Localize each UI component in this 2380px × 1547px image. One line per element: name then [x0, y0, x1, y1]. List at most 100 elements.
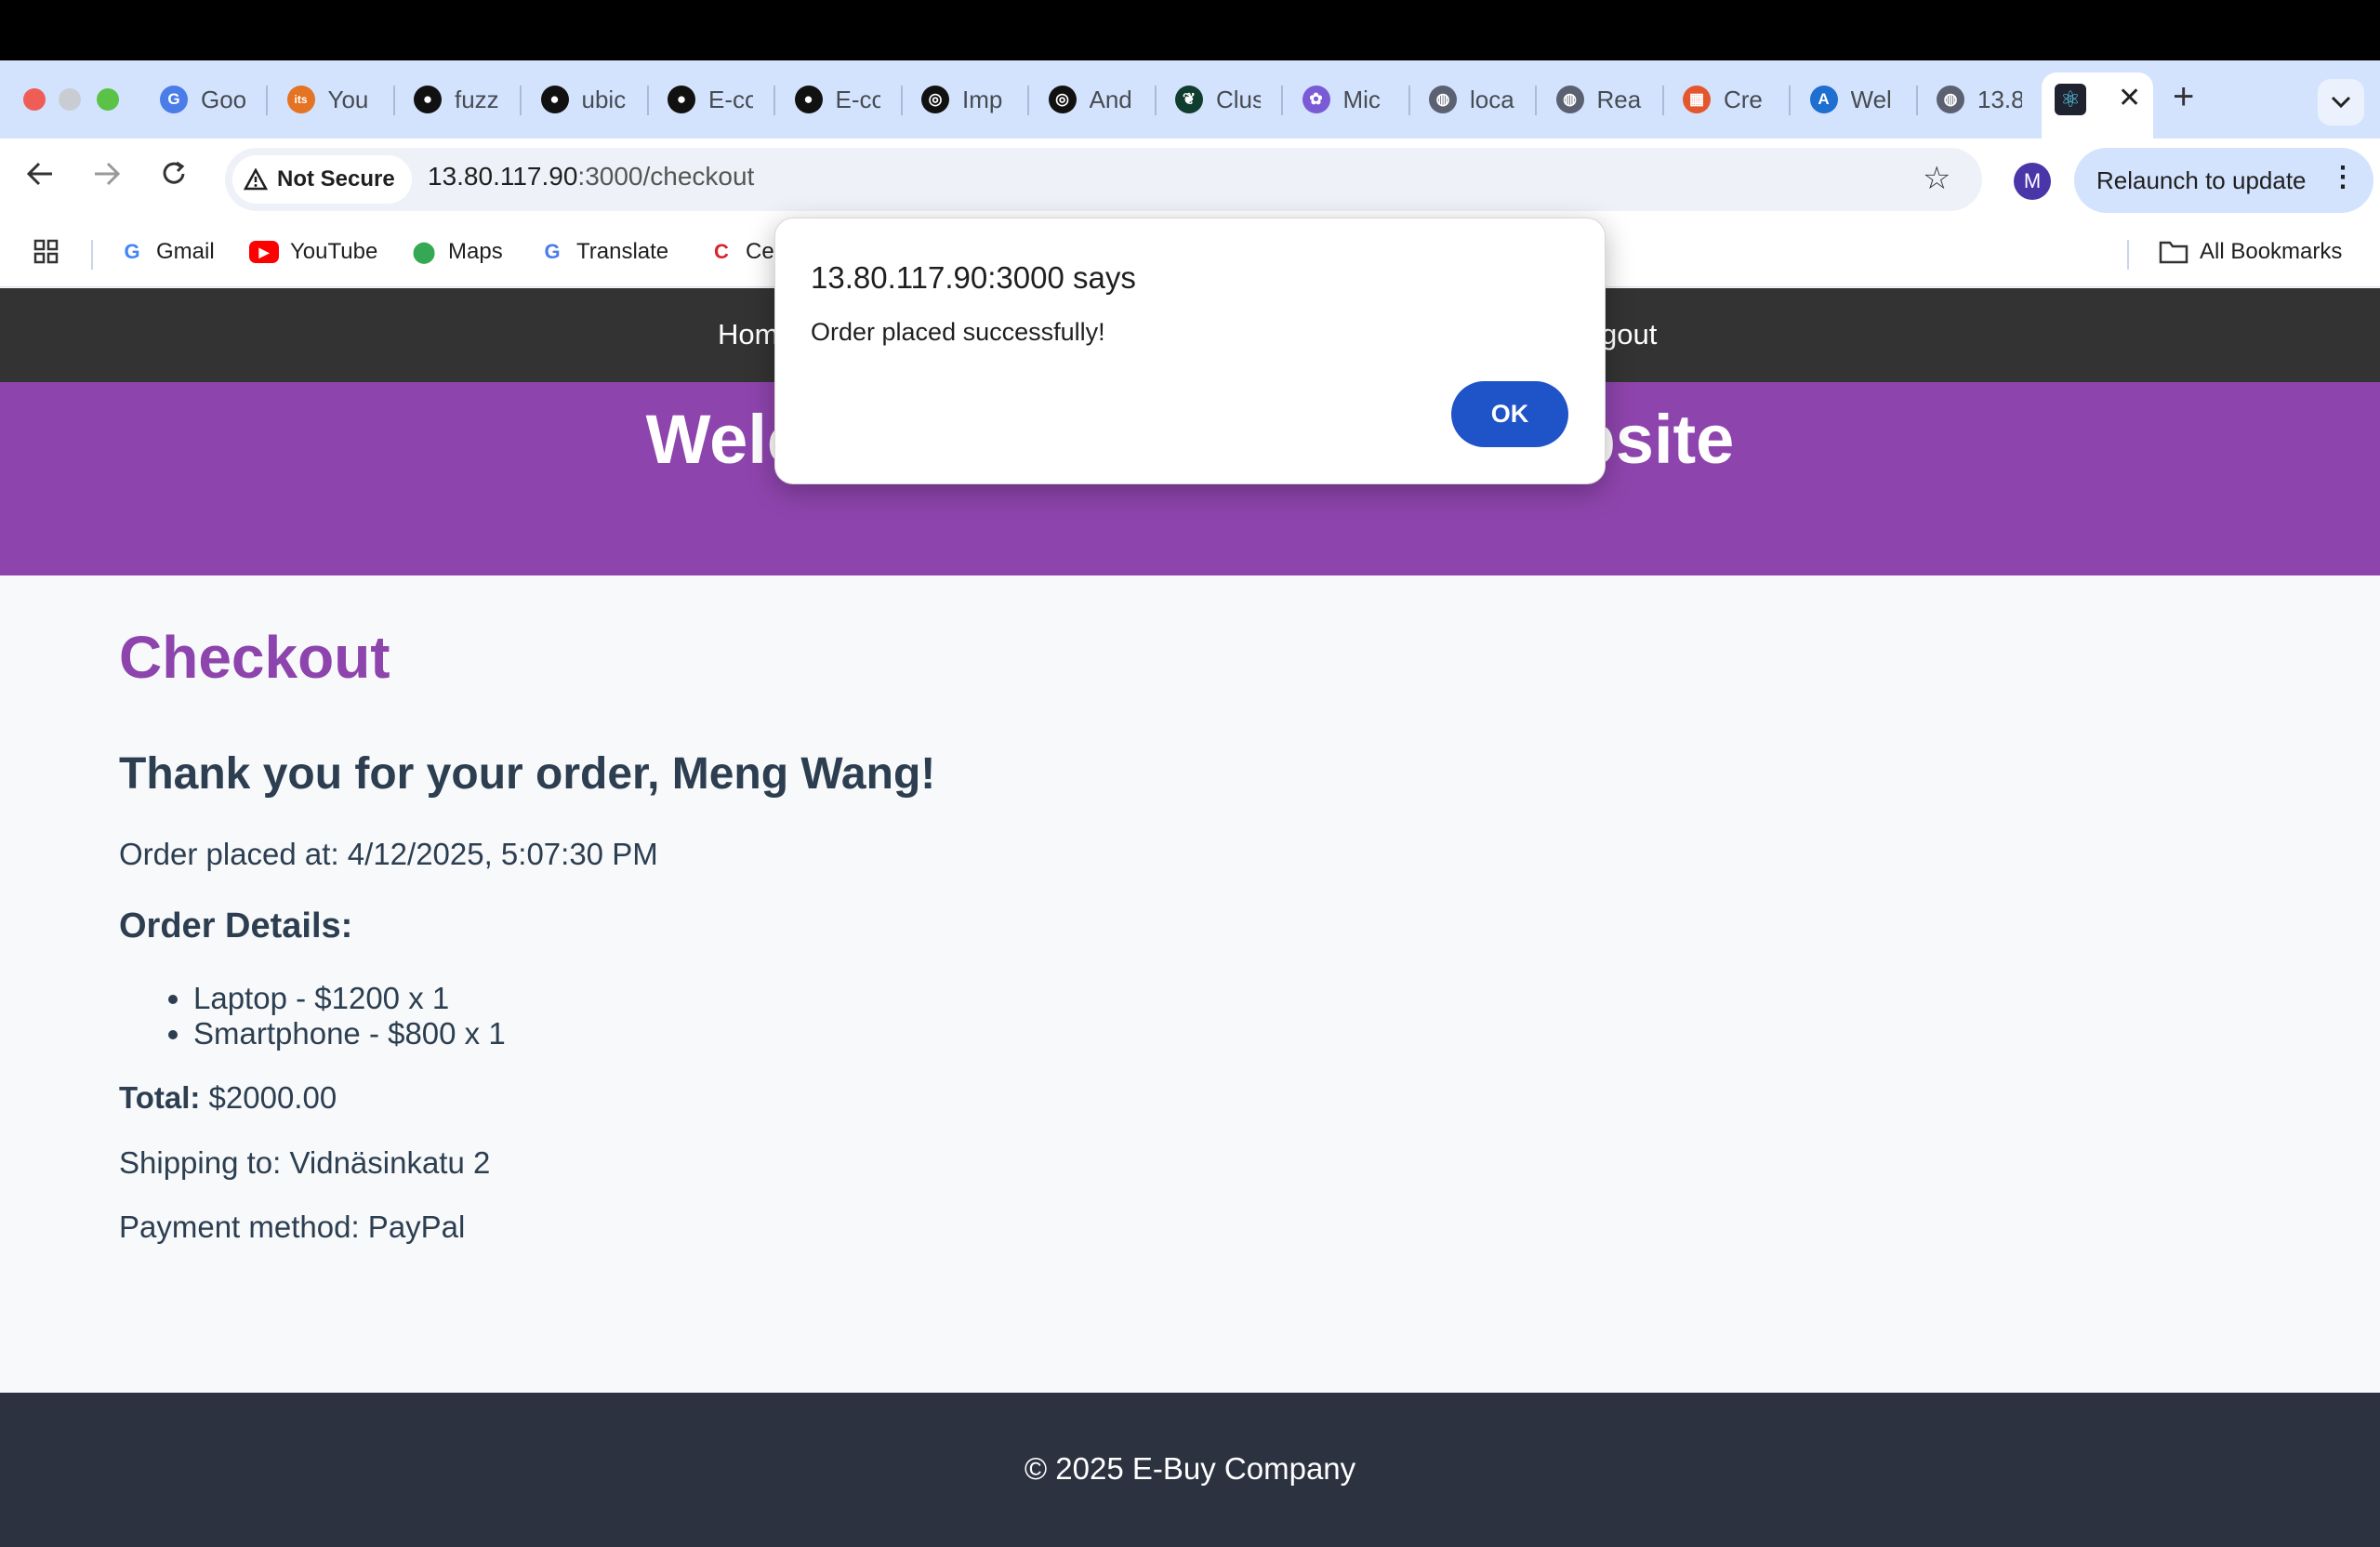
azure-icon: A [1809, 86, 1838, 113]
url-host: 13.80.117.90 [428, 162, 578, 191]
microsoft-icon: ▦ [1683, 86, 1711, 113]
tab-separator [1789, 86, 1791, 115]
arrow-right-icon [95, 162, 121, 186]
bookmark-item[interactable]: ⬤ Maps [411, 239, 503, 265]
forward-button[interactable] [91, 158, 123, 198]
bookmark-item[interactable]: ▶ YouTube [249, 239, 377, 265]
chevron-down-icon [2331, 96, 2351, 109]
maximize-window-button[interactable] [97, 88, 119, 111]
tab-separator [1661, 86, 1664, 115]
relaunch-button[interactable]: Relaunch to update ⋮ [2074, 148, 2373, 213]
translate-icon: G [544, 240, 561, 263]
url-path: :3000/checkout [577, 162, 755, 191]
relaunch-label: Relaunch to update [2096, 165, 2307, 194]
nav-logout-link[interactable]: gout [1601, 318, 1657, 351]
apps-button[interactable] [33, 239, 60, 265]
tab-title: fuzz [455, 85, 499, 113]
react-icon: ⚛ [2055, 84, 2086, 115]
order-items-list: Laptop - $1200 x 1 Smartphone - $800 x 1 [169, 981, 506, 1051]
browser-tab[interactable]: G Goo [147, 76, 273, 123]
tab-search-button[interactable] [2318, 79, 2364, 126]
new-tab-button[interactable]: + [2173, 76, 2194, 118]
tab-title: loca [1470, 85, 1514, 113]
tab-separator [1408, 86, 1410, 115]
bookmark-star-icon[interactable]: ☆ [1923, 160, 1950, 197]
browser-tab[interactable]: ◎ And [1036, 76, 1162, 123]
bookmark-label: Maps [448, 239, 503, 264]
browser-tab[interactable]: ◍ loca [1416, 76, 1542, 123]
tab-title: E-co [708, 85, 753, 113]
bookmark-separator [91, 240, 93, 270]
order-total: Total: $2000.00 [119, 1080, 337, 1116]
tab-separator [774, 86, 775, 115]
github-icon: ● [540, 86, 569, 113]
payment-method: Payment method: PayPal [119, 1210, 466, 1244]
tab-separator [646, 86, 649, 115]
tab-separator [1915, 86, 1918, 115]
bookmark-label: Gmail [156, 239, 215, 264]
total-label: Total: [119, 1080, 201, 1115]
browser-tab[interactable]: ● ubic [528, 76, 654, 123]
browser-tab[interactable]: ◍ 13.8 [1924, 76, 2050, 123]
nav-home-link[interactable]: Hom [718, 318, 778, 351]
bookmark-item[interactable]: G Gmail [119, 239, 215, 265]
active-tab[interactable]: ⚛ ✕ [2042, 73, 2153, 139]
tab-separator [1154, 86, 1157, 115]
tab-title: Wel [1850, 85, 1892, 113]
openai-icon: ◎ [1048, 86, 1077, 113]
tab-title: Clus [1216, 85, 1261, 113]
tab-title: Cre [1724, 85, 1763, 113]
list-item: Smartphone - $800 x 1 [193, 1016, 506, 1051]
minimize-window-button[interactable] [59, 88, 81, 111]
tab-title: Mic [1342, 85, 1381, 113]
bookmark-item[interactable]: G Translate [539, 239, 668, 265]
browser-tab[interactable]: ✿ Mic [1289, 76, 1416, 123]
openai-icon: ◎ [921, 86, 949, 113]
url-text[interactable]: 13.80.117.90:3000/checkout [428, 162, 754, 192]
profile-avatar[interactable]: M [2014, 163, 2051, 200]
mongodb-icon: ❦ [1175, 86, 1203, 113]
tab-title: Imp [962, 85, 1003, 113]
reload-icon [163, 161, 185, 184]
arrow-left-icon [26, 162, 52, 186]
browser-tab[interactable]: ❦ Clus [1162, 76, 1289, 123]
c-icon: C [714, 240, 729, 263]
browser-tab[interactable]: ● E-co [654, 76, 781, 123]
tab-title: You [327, 85, 369, 113]
bookmark-label: Translate [576, 239, 669, 264]
close-tab-icon[interactable]: ✕ [2118, 82, 2141, 114]
bookmark-item[interactable]: C Ce [708, 239, 774, 265]
tab-separator [266, 86, 268, 115]
bookmark-label: Ce [746, 239, 774, 264]
thank-you-heading: Thank you for your order, Meng Wang! [119, 749, 936, 799]
more-vert-icon[interactable]: ⋮ [2329, 161, 2357, 193]
browser-tab[interactable]: ◎ Imp [908, 76, 1035, 123]
dialog-message: Order placed successfully! [811, 318, 1105, 346]
globe-icon: ◍ [1429, 86, 1457, 113]
site-info-button[interactable]: Not Secure [232, 155, 412, 204]
copilot-icon: ✿ [1302, 86, 1330, 113]
reload-button[interactable] [158, 158, 190, 198]
back-button[interactable] [24, 158, 56, 198]
tab-separator [520, 86, 522, 115]
browser-tab[interactable]: A Wel [1797, 76, 1924, 123]
total-value: $2000.00 [200, 1080, 337, 1115]
github-icon: ● [794, 86, 823, 113]
tab-title: And [1089, 85, 1132, 113]
all-bookmarks-button[interactable]: All Bookmarks [2159, 239, 2342, 265]
dialog-ok-button[interactable]: OK [1451, 381, 1568, 447]
browser-tab[interactable]: its You [274, 76, 401, 123]
browser-tab[interactable]: ● fuzz [401, 76, 527, 123]
github-icon: ● [414, 86, 442, 113]
its-icon: its [286, 86, 315, 113]
close-window-button[interactable] [23, 88, 46, 111]
browser-tab[interactable]: ● E-co [782, 76, 908, 123]
shipping-address: Shipping to: Vidnäsinkatu 2 [119, 1145, 491, 1180]
browser-tab[interactable]: ◍ Rea [1543, 76, 1670, 123]
tab-separator [900, 86, 903, 115]
security-label: Not Secure [277, 166, 395, 192]
apps-grid-icon [33, 239, 59, 264]
tab-title: ubic [581, 85, 627, 113]
browser-tab[interactable]: ▦ Cre [1670, 76, 1796, 123]
footer-copyright: © 2025 E-Buy Company [1024, 1451, 1356, 1486]
